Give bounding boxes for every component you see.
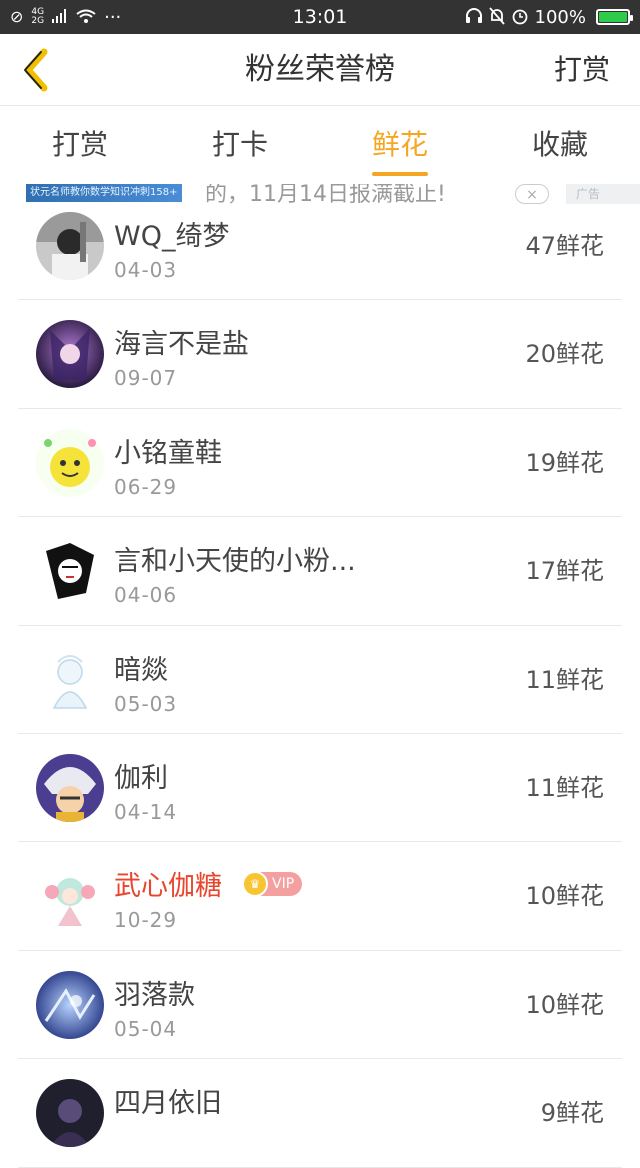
fan-row[interactable]: WQ_绮梦 04-03 47鲜花: [18, 192, 622, 301]
fan-date: 04-03: [114, 258, 178, 282]
flower-count: 17鲜花: [525, 557, 604, 586]
crown-icon: ♛: [242, 870, 268, 897]
status-bar: ⊘ 4G 2G ··· 13:01 100%: [0, 0, 640, 34]
fan-name-text: 暗燚: [114, 654, 168, 686]
fan-name: 海言不是盐: [114, 322, 249, 361]
flower-count: 9鲜花: [540, 1099, 604, 1128]
fan-name-text: 海言不是盐: [114, 329, 249, 361]
fan-name-text: 四月依旧: [114, 1088, 222, 1120]
vip-badge: ♛ VIP: [242, 870, 303, 897]
fan-name-text: 伽利: [114, 762, 168, 794]
flower-count: 11鲜花: [525, 773, 604, 802]
avatar[interactable]: [36, 212, 104, 280]
fan-name-text: 小铭童鞋: [114, 437, 222, 469]
flower-count: 10鲜花: [525, 882, 604, 911]
blocked-icon: ⊘: [10, 7, 24, 26]
fan-name: 言和小天使的小粉...: [114, 539, 356, 578]
network-label-bottom: 2G: [31, 16, 45, 26]
fan-row[interactable]: 小铭童鞋 06-29 19鲜花: [18, 409, 622, 518]
battery-percent: 100%: [534, 6, 586, 28]
status-left: ⊘ 4G 2G ···: [10, 7, 465, 28]
battery-charging-icon: [596, 9, 633, 25]
fan-name: 四月依旧: [114, 1081, 222, 1120]
fan-row[interactable]: 武心伽糖 ♛ VIP 10-29 10鲜花: [18, 842, 622, 951]
flower-count: 10鲜花: [525, 990, 604, 1019]
fan-row[interactable]: 伽利 04-14 11鲜花: [18, 734, 622, 843]
signal-icon: [52, 8, 68, 26]
fan-name: WQ_绮梦: [114, 214, 229, 253]
fan-name-text: 羽落款: [114, 979, 195, 1011]
headset-icon: [465, 7, 483, 27]
fan-name: 武心伽糖 ♛ VIP: [114, 864, 303, 903]
tab-favorites[interactable]: 收藏: [480, 106, 640, 184]
fan-row[interactable]: 羽落款 05-04 10鲜花: [18, 951, 622, 1060]
avatar[interactable]: [36, 537, 104, 606]
wifi-icon: [76, 9, 96, 26]
more-indicator: ···: [104, 6, 122, 28]
fan-name-text: WQ_绮梦: [114, 221, 230, 252]
mute-icon: [488, 6, 505, 28]
flower-count: 11鲜花: [525, 665, 604, 694]
fan-list: WQ_绮梦 04-03 47鲜花 海言不是盐 09-07 20鲜花 小铭童鞋 0…: [0, 192, 640, 1168]
fan-row[interactable]: 暗燚 05-03 11鲜花: [18, 626, 622, 734]
fan-date: 04-06: [114, 583, 178, 608]
page-title: 粉丝荣誉榜: [245, 52, 395, 87]
flower-count: 20鲜花: [525, 340, 604, 369]
avatar[interactable]: [36, 645, 104, 714]
network-indicator: 4G 2G: [31, 8, 44, 26]
avatar[interactable]: [36, 862, 104, 931]
fan-date: 05-04: [114, 1016, 178, 1041]
fan-date: 05-03: [114, 691, 178, 716]
reward-button[interactable]: 打赏: [554, 34, 610, 106]
fan-name: 羽落款: [114, 973, 195, 1012]
header-bar: 粉丝荣誉榜 打赏: [0, 34, 640, 106]
avatar[interactable]: [36, 320, 104, 389]
fan-name-text: 言和小天使的小粉...: [114, 546, 356, 578]
fan-date: 09-07: [114, 366, 178, 391]
fan-row[interactable]: 言和小天使的小粉... 04-06 17鲜花: [18, 517, 622, 626]
tab-checkin[interactable]: 打卡: [160, 106, 320, 184]
status-right: 100%: [465, 6, 633, 28]
fan-row[interactable]: 四月依旧 9鲜花: [18, 1059, 622, 1168]
vip-label: VIP: [272, 875, 295, 892]
fan-name: 伽利: [114, 756, 168, 795]
tab-flowers[interactable]: 鲜花: [320, 106, 480, 184]
fan-name-text: 武心伽糖: [114, 871, 222, 903]
tab-bar: 打赏 打卡 鲜花 收藏: [0, 106, 640, 184]
avatar[interactable]: [36, 970, 104, 1039]
avatar[interactable]: [36, 428, 104, 497]
fan-date: 04-14: [114, 799, 178, 824]
flower-count: 47鲜花: [525, 232, 604, 260]
tab-reward[interactable]: 打赏: [0, 106, 160, 184]
fan-row[interactable]: 海言不是盐 09-07 20鲜花: [18, 300, 622, 409]
fan-name: 暗燚: [114, 648, 168, 687]
fan-date: 06-29: [114, 474, 178, 499]
avatar[interactable]: [36, 753, 104, 822]
avatar[interactable]: [36, 1079, 104, 1148]
flower-count: 19鲜花: [525, 448, 604, 477]
battery-fill: [599, 12, 627, 22]
fan-date: 10-29: [114, 908, 178, 933]
alarm-icon: [511, 7, 529, 28]
fan-name: 小铭童鞋: [114, 431, 222, 470]
